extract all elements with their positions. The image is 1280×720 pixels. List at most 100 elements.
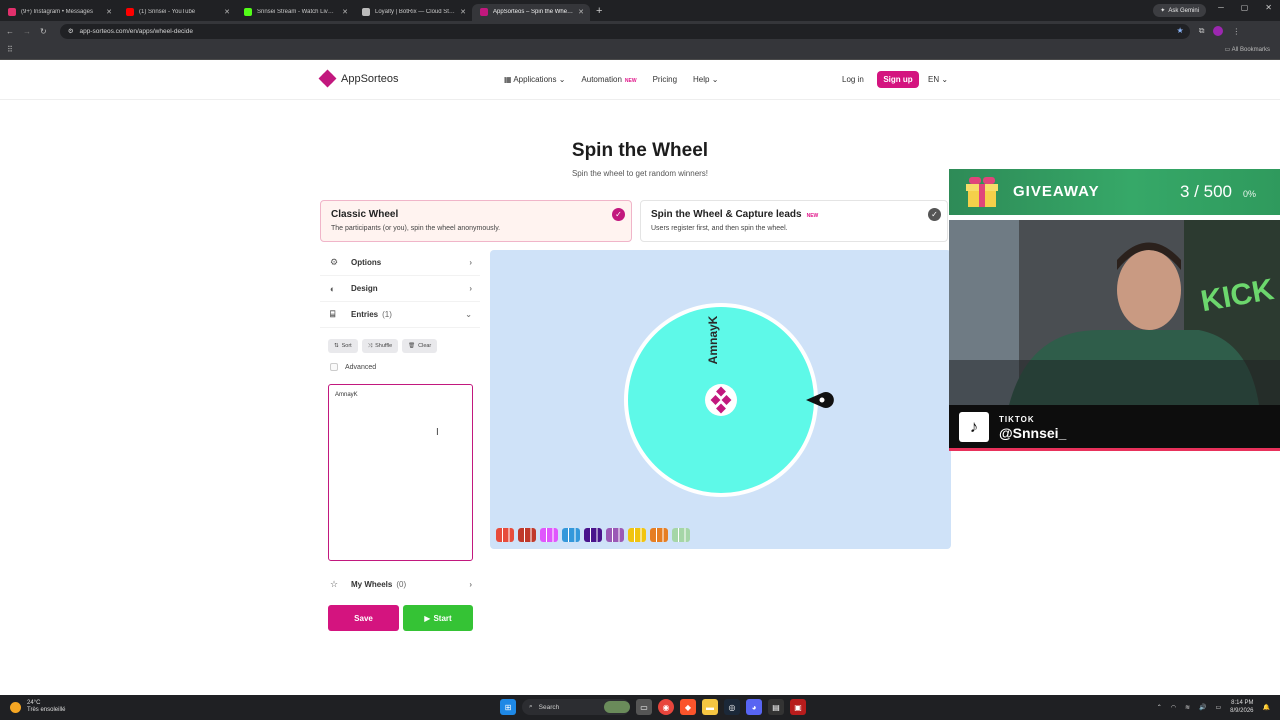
advanced-toggle[interactable]: Advanced [330,363,376,371]
trash-icon: 🗑 [408,343,416,349]
shuffle-label: Shuffle [375,343,393,349]
chevron-down-icon: ⌄ [558,75,566,84]
youtube-icon [126,8,134,16]
login-link[interactable]: Log in [842,75,864,84]
palette-swatch[interactable] [540,528,558,542]
palette-swatch[interactable] [628,528,646,542]
sort-button[interactable]: ⇅ Sort [328,339,358,353]
my-wheels-accordion[interactable]: ☆ My Wheels (0) › [320,571,480,597]
notifications-icon[interactable]: 🔔 [1263,704,1270,711]
entries-label: Entries [351,310,379,319]
reload-icon[interactable]: ↻ [40,27,47,36]
nav-pricing[interactable]: Pricing [653,75,677,84]
chevron-up-icon[interactable]: ⌃ [1157,704,1162,711]
all-bookmarks-link[interactable]: ▭ All Bookmarks [1225,46,1270,53]
save-button[interactable]: Save [328,605,399,631]
bookmark-star-icon[interactable]: ★ [1177,26,1184,35]
entries-toolbar: ⇅ Sort ⤨ Shuffle 🗑 Clear [328,339,438,353]
options-accordion[interactable]: ⚙ Options › [320,250,480,276]
nav-automation[interactable]: Automation NEW [581,75,636,84]
nav-applications[interactable]: ▦ Applications ⌄ [504,75,565,84]
taskbar-search[interactable]: ⌕ Search [522,699,630,715]
windows-start-icon[interactable]: ⊞ [500,699,516,715]
sort-icon: ⇅ [334,343,339,349]
battery-icon[interactable]: ▭ [1215,704,1221,711]
signup-button[interactable]: Sign up [877,71,919,88]
weather-widget[interactable]: 24°C Très ensoleillé [10,700,65,714]
brave-icon[interactable]: ◆ [680,699,696,715]
chrome-icon[interactable]: ◉ [658,699,674,715]
grid-icon: ▦ [504,75,514,84]
close-icon[interactable]: ✕ [106,8,112,16]
start-button[interactable]: ▶ Start [403,605,473,631]
my-wheels-count: (0) [396,579,407,589]
volume-icon[interactable]: 🔊 [1199,704,1206,711]
entries-textarea[interactable]: AmnayK [328,384,473,561]
tab-kick[interactable]: Snnsei Stream - Watch Live on Kick ✕ [236,4,354,21]
tab-youtube[interactable]: (1) Snnsei - YouTube ✕ [118,4,236,21]
play-icon: ▶ [424,613,431,623]
wheel-canvas[interactable]: AmnayK [490,250,951,549]
tab-instagram[interactable]: (9+) Instagram • Messages ✕ [0,4,118,21]
folder-icon[interactable]: ▬ [702,699,718,715]
clear-button[interactable]: 🗑 Clear [402,339,438,353]
minimize-icon[interactable]: ─ [1218,3,1224,12]
palette-swatch[interactable] [496,528,514,542]
nav-help[interactable]: Help ⌄ [693,75,718,84]
file-explorer-icon[interactable]: ▭ [636,699,652,715]
tab-title: AppSorteos – Spin the Wheel (1... [493,9,573,15]
profile-avatar[interactable] [1213,26,1224,36]
design-accordion[interactable]: ◐ Design › [320,276,480,302]
close-icon[interactable]: ✕ [578,8,584,16]
discord-icon[interactable]: ◕ [746,699,762,715]
design-label: Design [351,284,378,293]
ask-gemini-button[interactable]: ✦ Ask Gemini [1153,4,1206,17]
new-tab-button[interactable]: + [596,5,602,17]
palette-swatch[interactable] [606,528,624,542]
site-header: AppSorteos ▦ Applications ⌄ Automation NE… [0,60,1280,100]
site-info-icon[interactable]: ⚙ [68,27,74,35]
language-selector[interactable]: EN ⌄ [928,75,948,84]
url-field[interactable]: ⚙ app-sorteos.com/en/apps/wheel-decide ★ [59,23,1190,39]
my-wheels-section: ☆ My Wheels (0) › [320,571,480,597]
kick-icon [244,8,252,16]
menu-icon[interactable]: ⋮ [1232,27,1240,36]
weather-text: 24°C Très ensoleillé [27,700,65,714]
tab-botrix[interactable]: Loyalty | BotRix — Cloud Stream... ✕ [354,4,472,21]
shuffle-button[interactable]: ⤨ Shuffle [361,339,399,353]
bookmarks-bar: ⠿ ▭ All Bookmarks [0,41,1280,60]
steam-icon[interactable]: ◎ [724,699,740,715]
classic-wheel-card[interactable]: Classic Wheel The participants (or you),… [320,200,632,242]
temperature: 24°C [27,700,41,706]
back-icon[interactable]: ← [6,27,14,36]
close-icon[interactable]: ✕ [342,8,348,16]
classic-wheel-desc: The participants (or you), spin the whee… [331,225,501,232]
tab-appsorteos[interactable]: AppSorteos – Spin the Wheel (1... ✕ [472,3,590,21]
apps-grid-icon[interactable]: ⠿ [7,45,13,54]
entries-accordion[interactable]: ⌸ Entries (1) ⌄ [320,302,480,328]
palette-swatch[interactable] [650,528,668,542]
palette-swatch[interactable] [562,528,580,542]
chevron-right-icon: › [469,579,472,589]
clock[interactable]: 8:14 PM 8/9/2026 [1230,699,1253,715]
network-icon[interactable]: ◠ [1171,704,1176,711]
chevron-right-icon: › [469,284,472,293]
capture-leads-card[interactable]: Spin the Wheel & Capture leads NEW Users … [640,200,948,242]
app-icon[interactable]: ▣ [790,699,806,715]
wifi-icon[interactable]: ≋ [1185,704,1190,711]
app-icon[interactable]: ▤ [768,699,784,715]
extensions-icon[interactable]: ⧉ [1199,26,1205,36]
palette-swatch[interactable] [584,528,602,542]
palette-swatches [496,528,690,542]
palette-swatch[interactable] [672,528,690,542]
advanced-checkbox[interactable] [330,363,338,371]
forward-icon[interactable]: → [23,27,31,36]
close-window-icon[interactable]: ✕ [1265,3,1272,12]
appsorteos-logo[interactable]: AppSorteos [318,69,398,88]
close-icon[interactable]: ✕ [460,8,466,16]
maximize-icon[interactable]: ▢ [1241,3,1249,12]
palette-swatch[interactable] [518,528,536,542]
weather-desc: Très ensoleillé [27,707,66,713]
wheel-svg: AmnayK [624,303,834,497]
close-icon[interactable]: ✕ [224,8,230,16]
